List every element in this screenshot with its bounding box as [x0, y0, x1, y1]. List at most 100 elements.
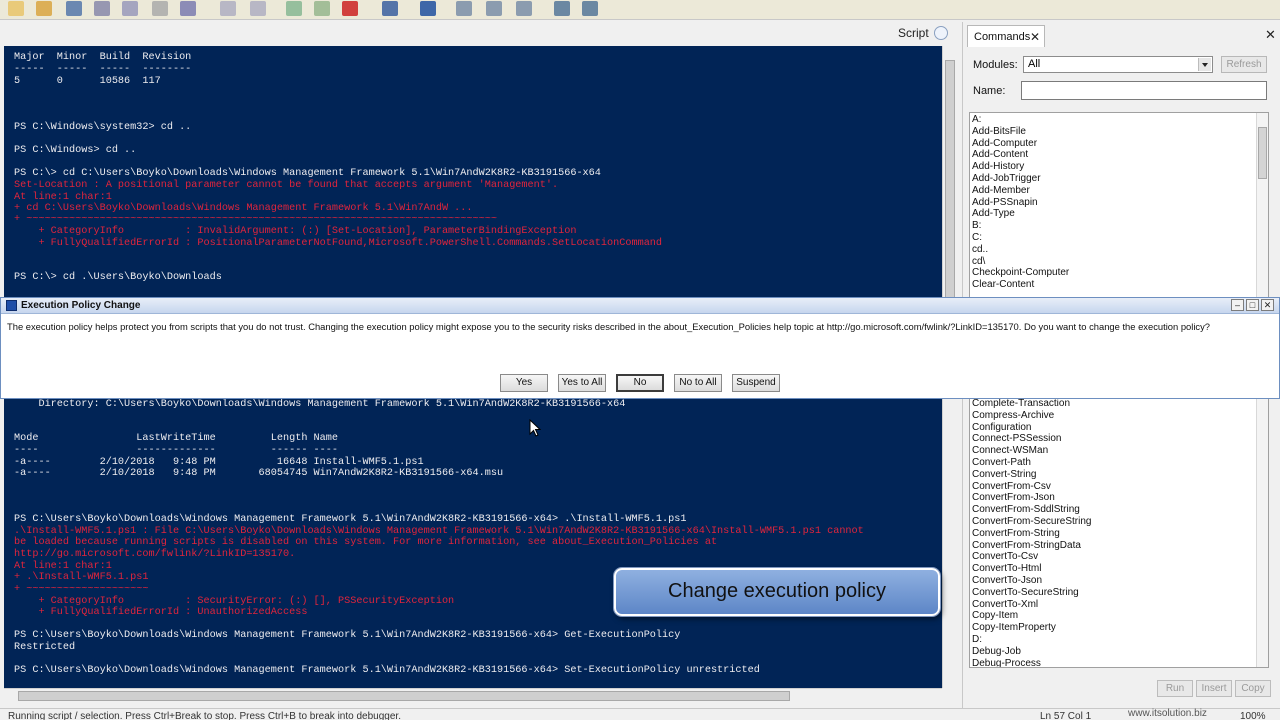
run-icon[interactable] — [286, 1, 302, 16]
command-list-item[interactable]: ConvertFrom-StringData — [972, 540, 1081, 552]
layout-top-icon[interactable] — [456, 1, 472, 16]
scroll-thumb[interactable] — [18, 691, 790, 701]
minimize-icon[interactable]: – — [1231, 299, 1244, 311]
modules-select[interactable]: All — [1023, 56, 1213, 73]
redo-icon[interactable] — [250, 1, 266, 16]
tab-commands[interactable]: Commands ✕ — [967, 25, 1045, 47]
no-button[interactable]: No — [616, 374, 664, 392]
refresh-button[interactable]: Refresh — [1221, 56, 1267, 73]
close-icon[interactable]: ✕ — [1265, 27, 1276, 43]
modules-select-value: All — [1028, 58, 1041, 70]
command-list-item[interactable]: ConvertFrom-SddlString — [972, 504, 1080, 516]
chevron-down-icon[interactable] — [1198, 58, 1211, 71]
close-icon[interactable]: ✕ — [1261, 299, 1274, 311]
no-to-all-button[interactable]: No to All — [674, 374, 722, 392]
open-icon[interactable] — [36, 1, 52, 16]
command-list-item[interactable]: Add-JobTrigger — [972, 173, 1041, 185]
command-list-item[interactable]: Checkpoint-Computer — [972, 267, 1069, 279]
command-list-item[interactable]: Add-Member — [972, 185, 1030, 197]
powershell-icon[interactable] — [420, 1, 436, 16]
cut-icon[interactable] — [94, 1, 110, 16]
yes-button[interactable]: Yes — [500, 374, 548, 392]
command-list-item[interactable]: Copy-Item — [972, 610, 1018, 622]
name-label: Name: — [973, 85, 1006, 97]
command-list-item[interactable]: Add-History — [972, 161, 1024, 173]
command-list-item[interactable]: Add-BitsFile — [972, 126, 1026, 138]
command-list-item[interactable]: Add-Type — [972, 208, 1015, 220]
undo-icon[interactable] — [220, 1, 236, 16]
scroll-thumb[interactable] — [945, 60, 955, 300]
yes-to-all-button[interactable]: Yes to All — [558, 374, 606, 392]
command-list-item[interactable]: Debug-Job — [972, 646, 1021, 658]
console-error-line: + CategoryInfo : SecurityError: (:) [], … — [14, 596, 455, 607]
paste-icon[interactable] — [152, 1, 168, 16]
chevron-down-icon[interactable] — [934, 26, 948, 40]
console-output-line: Mode LastWriteTime Length Name — [14, 433, 339, 444]
suspend-button[interactable]: Suspend — [732, 374, 780, 392]
command-list-item[interactable]: Configuration — [972, 422, 1031, 434]
console-horizontal-scrollbar[interactable] — [4, 688, 942, 702]
console-output-line: PS C:\Users\Boyko\Downloads\Windows Mana… — [14, 665, 760, 676]
command-list-item[interactable]: D: — [972, 634, 982, 646]
command-list-item[interactable]: ConvertTo-Html — [972, 563, 1041, 575]
console-error-line: + cd C:\Users\Boyko\Downloads\Windows Ma… — [14, 203, 473, 214]
command-list-item[interactable]: Convert-String — [972, 469, 1036, 481]
console-output-line: PS C:\Windows\system32> cd .. — [14, 122, 192, 133]
command-list-item[interactable]: B: — [972, 220, 981, 232]
layout-right-icon[interactable] — [486, 1, 502, 16]
command-list-item[interactable]: C: — [972, 232, 982, 244]
console-error-line: http://go.microsoft.com/fwlink/?LinkID=1… — [14, 549, 296, 560]
console-error-line: + .\Install-WMF5.1.ps1 — [14, 572, 149, 583]
dialog-title-bar[interactable]: Execution Policy Change – □ ✕ — [1, 298, 1279, 314]
command-list-item[interactable]: Copy-ItemProperty — [972, 622, 1056, 634]
command-list-item[interactable]: ConvertTo-SecureString — [972, 587, 1079, 599]
command-list-item[interactable]: Add-PSSnapin — [972, 197, 1038, 209]
command-list-item[interactable]: cd.. — [972, 244, 988, 256]
command-list-item[interactable]: Compress-Archive — [972, 410, 1054, 422]
command-list-item[interactable]: Connect-WSMan — [972, 445, 1048, 457]
command-list-item[interactable]: Convert-Path — [972, 457, 1031, 469]
scroll-thumb[interactable] — [1258, 127, 1267, 179]
name-input[interactable] — [1021, 81, 1267, 100]
toolbar — [0, 0, 1280, 20]
remote-icon[interactable] — [382, 1, 398, 16]
copy-button[interactable]: Copy — [1235, 680, 1271, 697]
zoom-level: 100% — [1240, 711, 1266, 720]
command-list-item[interactable]: ConvertFrom-SecureString — [972, 516, 1091, 528]
console-error-line: + FullyQualifiedErrorId : UnauthorizedAc… — [14, 607, 308, 618]
save-icon[interactable] — [66, 1, 82, 16]
command-list-item[interactable]: Clear-Content — [972, 279, 1034, 291]
stop-icon[interactable] — [342, 1, 358, 16]
command-list-item[interactable]: Connect-PSSession — [972, 433, 1062, 445]
insert-button[interactable]: Insert — [1196, 680, 1232, 697]
command-list-item[interactable]: Complete-Transaction — [972, 398, 1070, 410]
maximize-icon[interactable]: □ — [1246, 299, 1259, 311]
command-list-item[interactable]: ConvertTo-Csv — [972, 551, 1038, 563]
command-list-item[interactable]: ConvertTo-Xml — [972, 599, 1038, 611]
clear-icon[interactable] — [180, 1, 196, 16]
show-script-icon[interactable] — [554, 1, 570, 16]
command-list-item[interactable]: Add-Content — [972, 149, 1028, 161]
command-list-item[interactable]: ConvertFrom-Csv — [972, 481, 1051, 493]
command-list-item[interactable]: Debug-Process — [972, 658, 1041, 667]
script-pane-toggle-label[interactable]: Script — [898, 26, 929, 40]
close-icon[interactable]: ✕ — [1030, 30, 1040, 44]
status-bar: Running script / selection. Press Ctrl+B… — [0, 708, 1280, 720]
command-list-item[interactable]: ConvertTo-Json — [972, 575, 1042, 587]
command-list-item[interactable]: Add-Computer — [972, 138, 1037, 150]
layout-maximize-icon[interactable] — [516, 1, 532, 16]
console-output-line: PS C:\Windows> cd .. — [14, 145, 137, 156]
copy-icon[interactable] — [122, 1, 138, 16]
powershell-icon — [6, 300, 17, 311]
command-list-item[interactable]: ConvertFrom-String — [972, 528, 1060, 540]
run-selection-icon[interactable] — [314, 1, 330, 16]
command-list-item[interactable]: ConvertFrom-Json — [972, 492, 1055, 504]
new-icon[interactable] — [8, 1, 24, 16]
show-commands-icon[interactable] — [582, 1, 598, 16]
command-list-item[interactable]: A: — [972, 114, 981, 126]
command-list-item[interactable]: cd\ — [972, 256, 985, 268]
console-output-line: PS C:\Users\Boyko\Downloads\Windows Mana… — [14, 514, 687, 525]
console-output-line: ----- ----- ----- -------- — [14, 64, 192, 75]
annotation-callout: Change execution policy — [614, 568, 940, 616]
run-button[interactable]: Run — [1157, 680, 1193, 697]
